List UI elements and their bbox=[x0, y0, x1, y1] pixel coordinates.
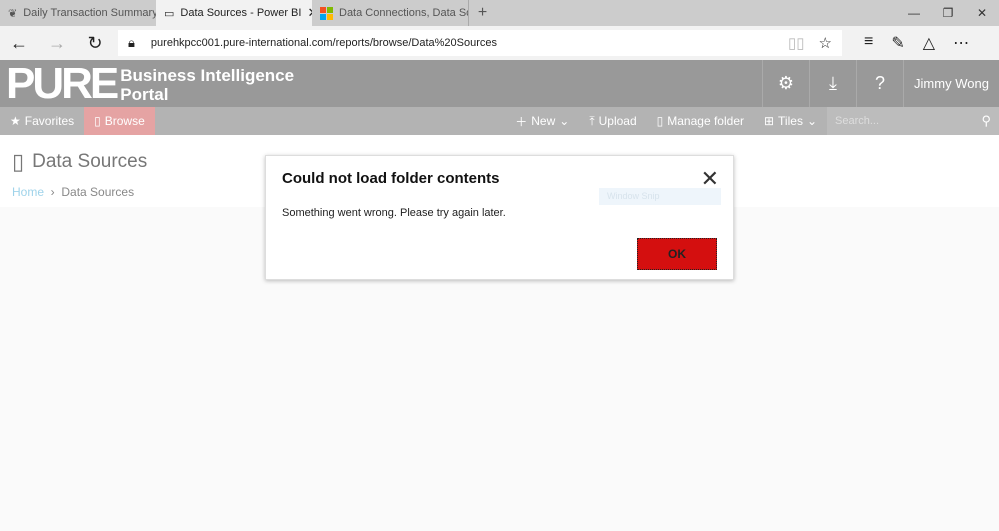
manage-folder-button[interactable]: ▯ Manage folder bbox=[647, 107, 754, 135]
minimize-icon[interactable]: — bbox=[897, 0, 931, 26]
tab-data-sources[interactable]: ▭Data Sources - Power BI✕ bbox=[156, 0, 312, 26]
tab-daily-transaction[interactable]: ❦ Daily Transaction Summary bbox=[0, 0, 156, 26]
breadcrumb-home[interactable]: Home bbox=[12, 185, 44, 199]
hub-icon[interactable]: ≡ bbox=[864, 33, 873, 53]
pure-logo: PURE bbox=[6, 59, 119, 108]
window-snip-overlay: Window Snip bbox=[599, 188, 721, 205]
restore-icon[interactable]: ❐ bbox=[931, 0, 965, 26]
download-icon[interactable]: ⤓ bbox=[809, 60, 856, 107]
plus-icon: ＋ bbox=[515, 114, 528, 129]
reading-view-icon[interactable]: ▯▯ bbox=[788, 34, 805, 52]
favorite-star-icon[interactable]: ☆ bbox=[819, 34, 832, 52]
ok-button[interactable]: OK bbox=[637, 238, 717, 270]
user-menu[interactable]: Jimmy Wong bbox=[903, 60, 999, 107]
web-note-icon[interactable]: ✎ bbox=[891, 33, 904, 53]
folder-icon: ▯ bbox=[94, 114, 101, 128]
portal-title: Business Intelligence Portal bbox=[120, 66, 295, 104]
dialog-message: Something went wrong. Please try again l… bbox=[282, 207, 506, 219]
microsoft-icon bbox=[320, 6, 333, 20]
chevron-down-icon: ⌄ bbox=[806, 114, 817, 128]
grid-icon: ⊞ bbox=[763, 114, 775, 128]
new-tab-button[interactable]: + bbox=[468, 0, 496, 26]
app-icon: ❦ bbox=[8, 7, 18, 20]
tab-bar: ❦ Daily Transaction Summary ▭ Data Sources… bbox=[0, 0, 999, 26]
share-icon[interactable]: △ bbox=[923, 33, 935, 53]
help-icon[interactable]: ? bbox=[856, 60, 903, 107]
refresh-icon[interactable]: ↻ bbox=[76, 33, 114, 54]
page-icon: ▭ bbox=[164, 7, 175, 20]
portal-toolbar: ★ Favorites ▯ Browse ＋ New ⌄ ⤒ Upload ▯ Manage… bbox=[0, 107, 999, 135]
address-bar-row: ← → ↻ 🔒︎ purehkpcc001.pure-international.… bbox=[0, 26, 999, 60]
favorites-button[interactable]: ★ Favorites bbox=[0, 107, 84, 135]
folder-icon: ▯ bbox=[12, 149, 25, 174]
browse-button[interactable]: ▯ Browse bbox=[84, 107, 155, 135]
upload-button[interactable]: ⤒ Upload bbox=[579, 107, 646, 135]
star-icon: ★ bbox=[10, 114, 21, 128]
settings-gear-icon[interactable]: ⚙ bbox=[762, 60, 809, 107]
page-title: Data Sources bbox=[32, 151, 148, 172]
address-input[interactable]: 🔒︎ purehkpcc001.pure-international.com/re… bbox=[118, 30, 842, 56]
lock-icon: 🔒︎ bbox=[128, 35, 135, 50]
tab-data-connections[interactable]: Data Connections, Data Sou bbox=[312, 0, 468, 26]
forward-icon[interactable]: → bbox=[38, 33, 76, 54]
search-input[interactable]: Search... ⚲ bbox=[827, 107, 999, 135]
chevron-down-icon: ⌄ bbox=[559, 114, 570, 128]
tiles-button[interactable]: ⊞ Tiles ⌄ bbox=[754, 107, 827, 135]
folder-icon: ▯ bbox=[656, 114, 664, 128]
more-icon[interactable]: ⋯ bbox=[953, 33, 969, 53]
close-window-icon[interactable]: ✕ bbox=[965, 0, 999, 26]
portal-header: PURE Business Intelligence Portal ⚙ ⤓ ? J… bbox=[0, 60, 999, 107]
search-icon[interactable]: ⚲ bbox=[981, 113, 991, 129]
dialog-title: Could not load folder contents bbox=[282, 170, 500, 187]
upload-icon: ⤒ bbox=[589, 113, 595, 128]
new-button[interactable]: ＋ New ⌄ bbox=[505, 107, 579, 135]
back-icon[interactable]: ← bbox=[0, 33, 38, 54]
breadcrumb-current: Data Sources bbox=[61, 185, 135, 199]
error-dialog: Could not load folder contents ✕ Window … bbox=[265, 155, 734, 280]
